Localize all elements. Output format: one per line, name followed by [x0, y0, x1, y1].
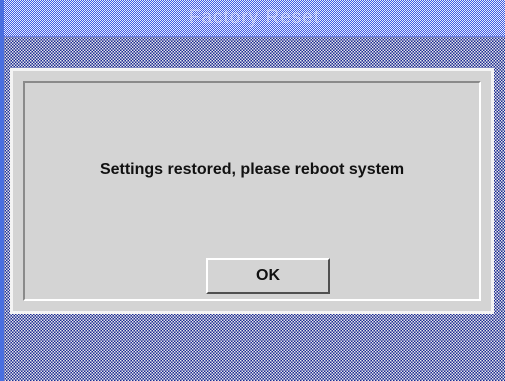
- ok-button[interactable]: OK: [206, 258, 330, 294]
- dialog-message: Settings restored, please reboot system: [99, 161, 405, 178]
- message-dialog: Settings restored, please reboot system …: [10, 68, 494, 314]
- window-title: Factory Reset: [188, 7, 321, 28]
- background-area: [4, 350, 505, 381]
- title-bar: Factory Reset: [4, 0, 505, 37]
- screen-left-edge: [0, 0, 4, 381]
- dialog-panel: Settings restored, please reboot system …: [23, 81, 481, 301]
